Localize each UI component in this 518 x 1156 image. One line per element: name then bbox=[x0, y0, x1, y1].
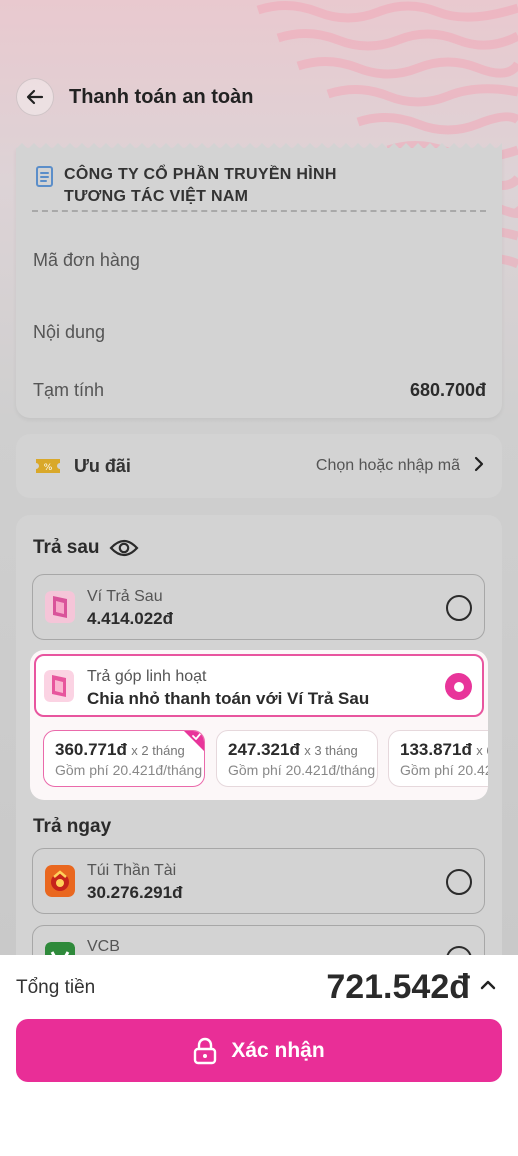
plan-fee: Gồm phí 20.421đ/tháng bbox=[228, 762, 376, 778]
order-receipt-card: CÔNG TY CỔ PHẦN TRUYỀN HÌNH TƯƠNG TÁC VI… bbox=[16, 143, 502, 418]
merchant-info: CÔNG TY CỔ PHẦN TRUYỀN HÌNH TƯƠNG TÁC VI… bbox=[34, 164, 337, 208]
plan-amount: 360.771đ bbox=[55, 740, 127, 759]
method-balance: 30.276.291đ bbox=[87, 883, 183, 902]
pay-now-section-title: Trả ngay bbox=[33, 816, 112, 837]
tui-than-tai-icon bbox=[45, 865, 75, 897]
eye-icon[interactable] bbox=[109, 538, 139, 558]
method-vcb[interactable]: VCB bbox=[32, 925, 485, 955]
method-name: Túi Thần Tài bbox=[87, 862, 177, 879]
method-balance: 4.414.022đ bbox=[87, 609, 174, 628]
method-flexible-installment[interactable]: Trả góp linh hoạt Chia nhỏ thanh toán vớ… bbox=[34, 654, 484, 717]
plan-fee: Gồm phí 20.421đ/tháng bbox=[400, 762, 488, 778]
installment-plan-6-months[interactable]: 133.871đ x 6 tháng Gồm phí 20.421đ/tháng bbox=[388, 730, 488, 787]
receipt-zigzag-edge bbox=[16, 143, 502, 149]
plan-amount: 247.321đ bbox=[228, 740, 300, 759]
radio-unselected[interactable] bbox=[446, 946, 472, 955]
merchant-name: CÔNG TY CỔ PHẦN TRUYỀN HÌNH TƯƠNG TÁC VI… bbox=[64, 164, 337, 208]
payment-screen: Thanh toán an toàn CÔNG TY CỔ PHẦN TRUYỀ… bbox=[0, 0, 518, 955]
promo-row[interactable]: % Ưu đãi Chọn hoặc nhập mã bbox=[16, 434, 502, 498]
order-id-label: Mã đơn hàng bbox=[33, 250, 140, 270]
installment-plan-2-months[interactable]: 360.771đ x 2 tháng Gồm phí 20.421đ/tháng bbox=[43, 730, 205, 787]
pay-later-title: Trả sau bbox=[33, 537, 100, 558]
voucher-icon: % bbox=[36, 459, 60, 473]
lock-icon bbox=[194, 1037, 217, 1064]
plan-fee: Gồm phí 20.421đ/tháng bbox=[55, 762, 203, 778]
checkout-footer: Tổng tiền 721.542đ Xác nhận bbox=[0, 955, 518, 1156]
document-icon bbox=[36, 166, 53, 187]
arrow-left-icon bbox=[26, 89, 44, 105]
confirm-label: Xác nhận bbox=[231, 1038, 325, 1062]
pay-later-section-title: Trả sau bbox=[33, 537, 139, 559]
promo-label: Ưu đãi bbox=[74, 455, 131, 476]
svg-text:%: % bbox=[44, 463, 53, 473]
method-description: Chia nhỏ thanh toán với Ví Trả Sau bbox=[87, 689, 370, 708]
back-button[interactable] bbox=[16, 78, 54, 116]
total-value: 721.542đ bbox=[326, 968, 470, 1006]
chevron-up-icon[interactable] bbox=[480, 979, 496, 991]
radio-selected[interactable] bbox=[445, 673, 472, 700]
plan-price: 247.321đ x 3 tháng bbox=[228, 740, 358, 760]
merchant-name-line2: TƯƠNG TÁC VIỆT NAM bbox=[64, 188, 249, 205]
plan-price: 360.771đ x 2 tháng bbox=[55, 740, 185, 760]
subtotal-value: 680.700đ bbox=[409, 380, 486, 400]
promo-select-link[interactable]: Chọn hoặc nhập mã bbox=[316, 456, 484, 477]
merchant-name-line1: CÔNG TY CỔ PHẦN TRUYỀN HÌNH bbox=[64, 166, 337, 183]
installment-icon bbox=[44, 670, 74, 702]
method-name: Ví Trả Sau bbox=[87, 588, 163, 605]
radio-unselected[interactable] bbox=[446, 869, 472, 895]
installment-highlight: Trả góp linh hoạt Chia nhỏ thanh toán vớ… bbox=[30, 650, 488, 800]
plan-term: x 6 tháng bbox=[476, 743, 488, 758]
dashed-divider bbox=[32, 210, 486, 212]
plan-term: x 3 tháng bbox=[304, 743, 358, 758]
vcb-bank-icon bbox=[45, 942, 75, 955]
header: Thanh toán an toàn bbox=[16, 78, 502, 116]
radio-unselected[interactable] bbox=[446, 595, 472, 621]
method-pay-later-wallet[interactable]: Ví Trả Sau 4.414.022đ bbox=[32, 574, 485, 640]
content-label: Nội dung bbox=[33, 322, 106, 342]
method-name: Trả góp linh hoạt bbox=[87, 668, 207, 685]
checkmark-icon bbox=[184, 731, 204, 751]
plan-price: 133.871đ x 6 tháng bbox=[400, 740, 488, 760]
chevron-right-icon bbox=[474, 456, 484, 477]
pay-later-wallet-icon bbox=[45, 591, 75, 623]
subtotal-label: Tạm tính bbox=[33, 380, 105, 400]
page-title: Thanh toán an toàn bbox=[69, 85, 254, 108]
total-label: Tổng tiền bbox=[16, 977, 96, 998]
installment-plan-3-months[interactable]: 247.321đ x 3 tháng Gồm phí 20.421đ/tháng bbox=[216, 730, 378, 787]
method-name: VCB bbox=[87, 938, 120, 955]
plan-term: x 2 tháng bbox=[131, 743, 185, 758]
plan-amount: 133.871đ bbox=[400, 740, 472, 759]
promo-action-label: Chọn hoặc nhập mã bbox=[315, 457, 460, 474]
confirm-button[interactable]: Xác nhận bbox=[16, 1019, 502, 1082]
method-tui-than-tai[interactable]: Túi Thần Tài 30.276.291đ bbox=[32, 848, 485, 914]
